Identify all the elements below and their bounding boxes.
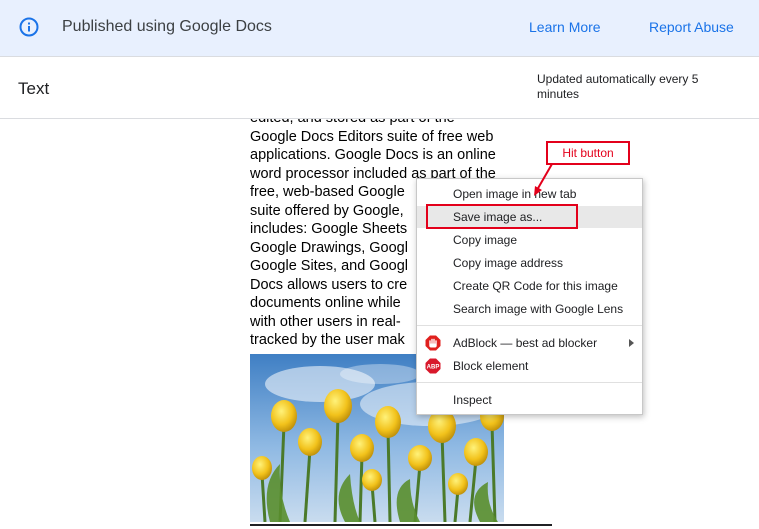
published-banner: Published using Google Docs Learn More R… xyxy=(0,0,759,57)
menu-inspect[interactable]: Inspect xyxy=(417,389,642,411)
adblock-label: AdBlock — best ad blocker xyxy=(453,336,598,350)
divider-line xyxy=(250,524,552,526)
doc-content: edited, and stored as part of the Google… xyxy=(0,119,759,529)
page-title: Text xyxy=(18,79,50,98)
doc-line: edited, and stored as part of the xyxy=(250,119,550,128)
doc-line: applications. Google Docs is an online xyxy=(250,147,496,163)
save-image-highlight-box xyxy=(426,204,578,229)
adblock-hand-icon xyxy=(425,335,441,351)
abp-icon: ABP xyxy=(425,358,441,374)
menu-create-qr-code[interactable]: Create QR Code for this image xyxy=(417,275,642,297)
menu-block-element[interactable]: ABP Block element xyxy=(417,355,642,377)
menu-adblock[interactable]: AdBlock — best ad blocker xyxy=(417,332,642,354)
callout-arrow-icon xyxy=(534,163,553,196)
learn-more-link[interactable]: Learn More xyxy=(529,19,601,35)
info-icon xyxy=(19,17,39,37)
doc-line: Google Docs Editors suite of free web xyxy=(250,128,494,145)
submenu-arrow-icon xyxy=(629,339,634,347)
report-abuse-link[interactable]: Report Abuse xyxy=(649,19,734,35)
menu-separator xyxy=(417,325,642,326)
banner-text: Published using Google Docs xyxy=(62,18,272,35)
menu-separator xyxy=(417,382,642,383)
menu-search-google-lens[interactable]: Search image with Google Lens xyxy=(417,298,642,320)
menu-copy-image-address[interactable]: Copy image address xyxy=(417,252,642,274)
abp-badge-text: ABP xyxy=(427,365,440,371)
block-element-label: Block element xyxy=(453,359,529,373)
doc-header: Text Updated automatically every 5 minut… xyxy=(0,57,759,119)
update-notice: Updated automatically every 5 minutes xyxy=(537,72,699,101)
menu-copy-image[interactable]: Copy image xyxy=(417,229,642,251)
